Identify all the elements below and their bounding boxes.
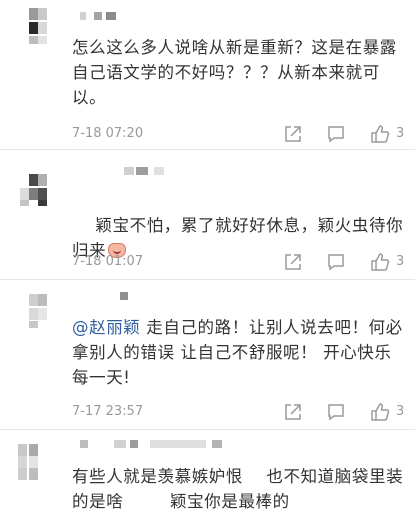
comment-item: 怎么这么多人说啥从新是重新？这是在暴露自己语文学的不好吗？？？从新本来就可以。 … (0, 0, 415, 150)
comment-item: 有些人就是羡慕嫉妒恨 也不知道脑袋里装的是啥 颖宝你是最棒的 (0, 430, 415, 524)
username-redacted[interactable] (80, 440, 280, 448)
comment-item: @赵丽颖 走自己的路！让别人说去吧！何必拿别人的错误 让自己不舒服呢！ 开心快乐… (0, 280, 415, 430)
comment-text: @赵丽颖 走自己的路！让别人说去吧！何必拿别人的错误 让自己不舒服呢！ 开心快乐… (72, 318, 403, 387)
comment-time: 7-18 01:07 (72, 254, 144, 269)
like-count: 3 (396, 126, 405, 141)
username-redacted[interactable] (120, 292, 180, 300)
comment-icon[interactable] (327, 253, 345, 271)
share-icon[interactable] (284, 125, 302, 143)
comment-icon[interactable] (327, 403, 345, 421)
avatar[interactable] (20, 164, 54, 206)
comment-time: 7-17 23:57 (72, 404, 144, 419)
comment-item: 颖宝不怕，累了就好好休息，颖火虫待你归来 7-18 01:07 3 (0, 150, 415, 280)
avatar[interactable] (26, 288, 54, 330)
comment-time: 7-18 07:20 (72, 126, 144, 141)
thumbs-up-icon[interactable] (370, 124, 390, 144)
avatar[interactable] (18, 440, 54, 482)
thumbs-up-icon[interactable] (370, 252, 390, 272)
avatar[interactable] (26, 2, 54, 44)
comment-text: 怎么这么多人说啥从新是重新？这是在暴露自己语文学的不好吗？？？从新本来就可以。 (72, 38, 397, 107)
thumbs-up-icon[interactable] (370, 402, 390, 422)
share-icon[interactable] (284, 403, 302, 421)
username-redacted[interactable] (124, 167, 184, 175)
like-count: 3 (396, 254, 405, 269)
username-redacted[interactable] (80, 12, 140, 20)
comment-text: 颖宝不怕，累了就好好休息，颖火虫待你归来 (72, 216, 404, 260)
comment-icon[interactable] (327, 125, 345, 143)
like-count: 3 (396, 404, 405, 419)
comment-text: 有些人就是羡慕嫉妒恨 也不知道脑袋里装的是啥 颖宝你是最棒的 (72, 467, 404, 511)
share-icon[interactable] (284, 253, 302, 271)
mention-link[interactable]: @赵丽颖 (72, 318, 140, 337)
